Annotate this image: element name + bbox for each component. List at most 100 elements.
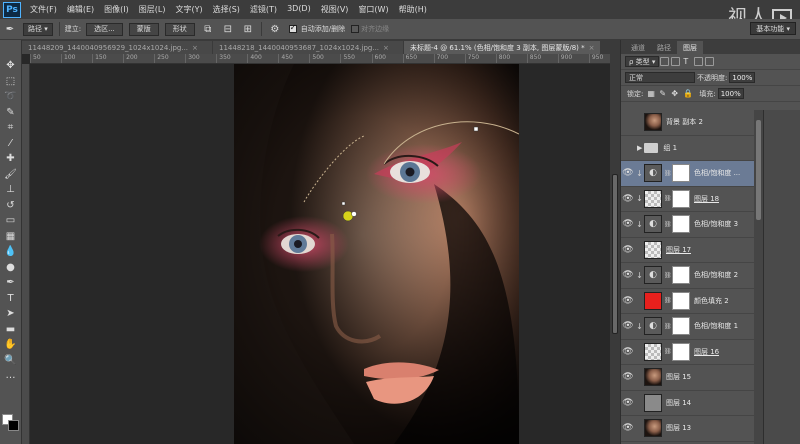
shape-filter-icon[interactable]: [694, 57, 704, 66]
path-selection-tool-icon[interactable]: ➤: [3, 306, 19, 322]
link-icon[interactable]: ⛓: [664, 297, 672, 304]
layer-row[interactable]: 👁 ↓ ◐ ⛓ 色相/饱和度 1: [621, 314, 763, 340]
menu-item[interactable]: 帮助(H): [394, 4, 432, 15]
layer-row[interactable]: 👁 ⛓ 图层 16: [621, 339, 763, 365]
eye-icon[interactable]: 👁: [621, 245, 635, 255]
eye-icon[interactable]: 👁: [621, 398, 635, 408]
path-arrange-icon[interactable]: ⊞: [241, 22, 255, 36]
pixel-filter-icon[interactable]: [660, 57, 670, 66]
layer-mask-thumbnail[interactable]: [672, 164, 690, 183]
lock-position-icon[interactable]: ✥: [671, 89, 679, 98]
menu-item[interactable]: 窗口(W): [353, 4, 393, 15]
layers-scrollbar[interactable]: [754, 110, 763, 444]
canvas-area[interactable]: [30, 64, 620, 444]
menu-item[interactable]: 编辑(E): [62, 4, 99, 15]
background-color[interactable]: [8, 420, 19, 431]
crop-tool-icon[interactable]: ⌗: [3, 120, 19, 136]
canvas-scrollbar[interactable]: [610, 54, 620, 444]
eye-icon[interactable]: 👁: [621, 194, 635, 204]
healing-brush-tool-icon[interactable]: ✚: [3, 151, 19, 167]
eye-icon[interactable]: 👁: [621, 168, 635, 178]
layer-row[interactable]: 👁 ↓ ◐ ⛓ 色相/饱和度 2: [621, 263, 763, 289]
layer-mask-thumbnail[interactable]: [672, 215, 690, 234]
eye-icon[interactable]: 👁: [621, 423, 635, 433]
layer-row[interactable]: 👁▶ 组 1: [621, 135, 763, 161]
layer-mask-thumbnail[interactable]: [672, 266, 690, 285]
panel-tab[interactable]: 路径: [651, 41, 677, 54]
fill-input[interactable]: 100%: [717, 88, 744, 99]
eye-icon[interactable]: 👁: [621, 321, 635, 331]
eraser-tool-icon[interactable]: ▭: [3, 213, 19, 229]
brush-tool-icon[interactable]: 🖌: [3, 167, 19, 183]
document-tab[interactable]: 11448209_1440040956929_1024x1024.jpg... ×: [22, 41, 212, 54]
layer-row[interactable]: 👁 图层 15: [621, 365, 763, 391]
link-icon[interactable]: ⛓: [664, 170, 672, 177]
menu-item[interactable]: 图层(L): [134, 4, 171, 15]
layer-row[interactable]: 👁 ↓ ◐ ⛓ 色相/饱和度 3: [621, 212, 763, 238]
layer-mask-thumbnail[interactable]: [672, 342, 690, 361]
eyedropper-tool-icon[interactable]: ⁄: [3, 136, 19, 152]
blur-tool-icon[interactable]: 💧: [3, 244, 19, 260]
more-tools-icon[interactable]: …: [3, 368, 19, 384]
pen-tool-icon[interactable]: ✒: [3, 22, 17, 36]
selection-button[interactable]: 选区...: [86, 22, 123, 36]
link-icon[interactable]: ⛓: [664, 323, 672, 330]
menu-item[interactable]: 滤镜(T): [245, 4, 282, 15]
close-icon[interactable]: ×: [383, 44, 389, 52]
menu-item[interactable]: 3D(D): [282, 4, 316, 15]
eye-icon[interactable]: 👁: [621, 347, 635, 357]
menu-item[interactable]: 选择(S): [208, 4, 245, 15]
link-icon[interactable]: ⛓: [664, 221, 672, 228]
lasso-tool-icon[interactable]: ➰: [3, 89, 19, 105]
layers-scrollbar-thumb[interactable]: [756, 120, 761, 220]
move-tool-icon[interactable]: ✥: [3, 58, 19, 74]
mask-button[interactable]: 蒙版: [128, 22, 159, 36]
path-alignment-icon[interactable]: ⊟: [221, 22, 235, 36]
scrollbar-thumb[interactable]: [612, 174, 618, 334]
eye-icon[interactable]: 👁: [621, 117, 635, 127]
layer-row[interactable]: 👁 图层 17: [621, 237, 763, 263]
path-operations-icon[interactable]: ⧉: [201, 22, 215, 36]
layer-mask-thumbnail[interactable]: [672, 189, 690, 208]
menu-item[interactable]: 视图(V): [316, 4, 354, 15]
menu-item[interactable]: 文字(Y): [170, 4, 207, 15]
menu-item[interactable]: 图像(I): [99, 4, 134, 15]
pen-tool-icon[interactable]: ✒: [3, 275, 19, 291]
hand-tool-icon[interactable]: ✋: [3, 337, 19, 353]
gear-icon[interactable]: ⚙: [268, 22, 282, 36]
type-tool-icon[interactable]: T: [3, 291, 19, 307]
layer-row[interactable]: 👁 图层 14: [621, 390, 763, 416]
document-tab[interactable]: 未标题-4 @ 61.1% (色相/饱和度 3 副本, 图层蒙版/8) * ×: [404, 41, 601, 54]
lock-transparency-icon[interactable]: ▦: [647, 89, 655, 98]
gradient-tool-icon[interactable]: ▦: [3, 229, 19, 245]
auto-add-delete-checkbox[interactable]: [288, 23, 297, 33]
clone-stamp-tool-icon[interactable]: ⊥: [3, 182, 19, 198]
close-icon[interactable]: ×: [589, 44, 595, 52]
layer-row[interactable]: 👁 ↓ ◐ ⛓ 色相/饱和度 ...: [621, 161, 763, 187]
type-filter-icon[interactable]: T: [683, 57, 691, 66]
eye-icon[interactable]: 👁: [621, 296, 635, 306]
eye-icon[interactable]: 👁: [621, 372, 635, 382]
blend-mode-select[interactable]: 正常: [625, 72, 695, 83]
link-icon[interactable]: ⛓: [664, 195, 672, 202]
lock-image-icon[interactable]: ✎: [659, 89, 667, 98]
panel-tab[interactable]: 图层: [677, 41, 703, 54]
layer-row[interactable]: 👁 ↓ ⛓ 图层 18: [621, 186, 763, 212]
layer-mask-thumbnail[interactable]: [672, 317, 690, 336]
align-edges-checkbox[interactable]: [351, 25, 360, 33]
close-icon[interactable]: ×: [192, 44, 198, 52]
panel-tab[interactable]: 通道: [625, 41, 651, 54]
shape-button[interactable]: 形状: [164, 22, 195, 36]
layer-row[interactable]: 👁 ⛓ 颜色填充 2: [621, 288, 763, 314]
lock-all-icon[interactable]: 🔒: [683, 89, 693, 98]
mode-select[interactable]: 路径 ▾: [23, 22, 53, 36]
menu-item[interactable]: 文件(F): [25, 4, 62, 15]
canvas-image[interactable]: [234, 64, 519, 444]
eye-icon[interactable]: 👁: [621, 143, 635, 153]
link-icon[interactable]: ⛓: [664, 348, 672, 355]
dodge-tool-icon[interactable]: ●: [3, 260, 19, 276]
link-icon[interactable]: ⛓: [664, 272, 672, 279]
eye-icon[interactable]: 👁: [621, 270, 635, 280]
color-swatches[interactable]: [2, 414, 20, 432]
adjustment-filter-icon[interactable]: [671, 57, 681, 66]
